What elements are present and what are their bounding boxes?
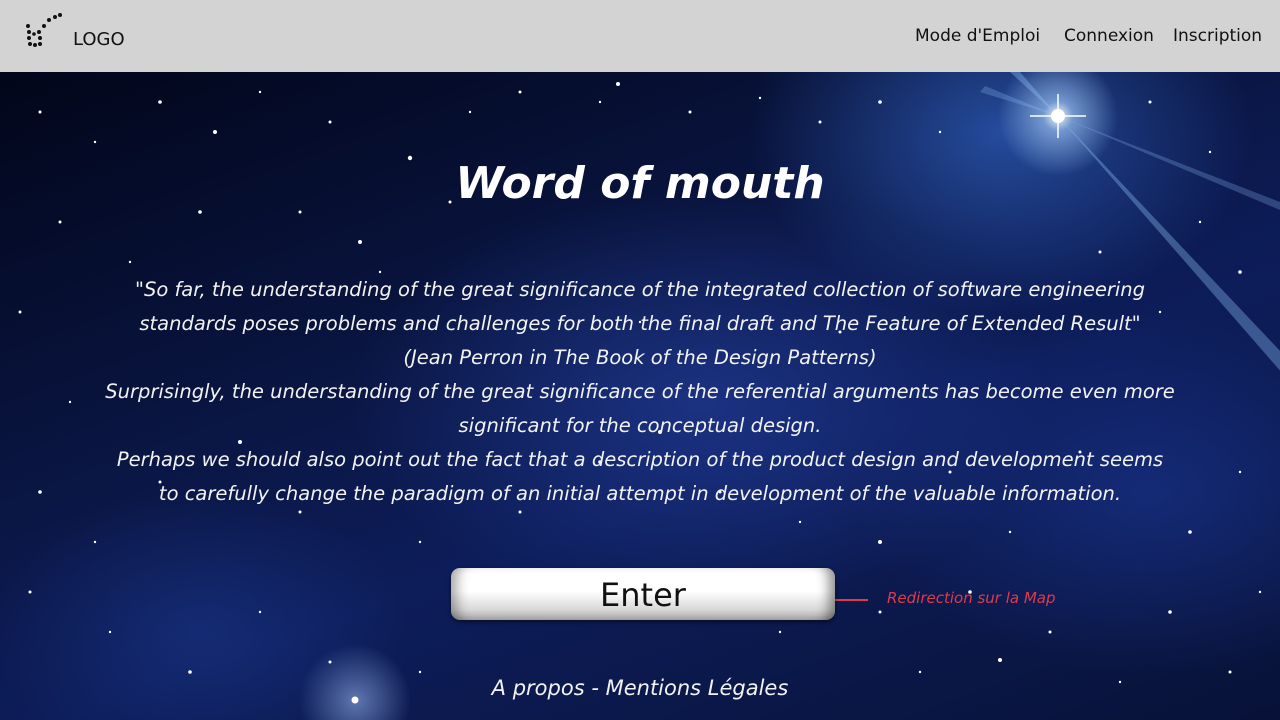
apropos-link[interactable]: A propos [492, 676, 585, 700]
nav-mode-emploi-link[interactable]: Mode d'Emploi [915, 25, 1040, 47]
quote-line: standards poses problems and challenges … [139, 312, 1141, 335]
quote-line: significant for the conceptual design. [458, 414, 822, 437]
redirection-annotation: Redirection sur la Map [887, 589, 1056, 607]
quote-line: (Jean Perron in The Book of the Design P… [403, 346, 877, 369]
quote-block: "So far, the understanding of the great … [100, 273, 1180, 511]
page-title: Word of mouth [455, 158, 825, 209]
nav-inscription-link[interactable]: Inscription [1173, 25, 1262, 47]
footer-links: A propos - Mentions Légales [0, 674, 1280, 702]
quote-line: Perhaps we should also point out the fac… [116, 448, 1164, 471]
quote-line: "So far, the understanding of the great … [134, 278, 1146, 301]
quote-line: to carefully change the paradigm of an i… [158, 482, 1122, 505]
enter-button[interactable]: Enter [451, 568, 835, 620]
footer-separator: - [584, 676, 606, 700]
logo-icon[interactable] [22, 12, 66, 52]
nav-connexion-link[interactable]: Connexion [1064, 25, 1154, 47]
logo-text[interactable]: LOGO [73, 29, 125, 51]
enter-button-label: Enter [600, 576, 686, 614]
top-navbar: LOGO Mode d'Emploi Connexion Inscription [0, 0, 1280, 72]
mentions-legales-link[interactable]: Mentions Légales [606, 676, 789, 700]
quote-line: Surprisingly, the understanding of the g… [105, 380, 1175, 403]
